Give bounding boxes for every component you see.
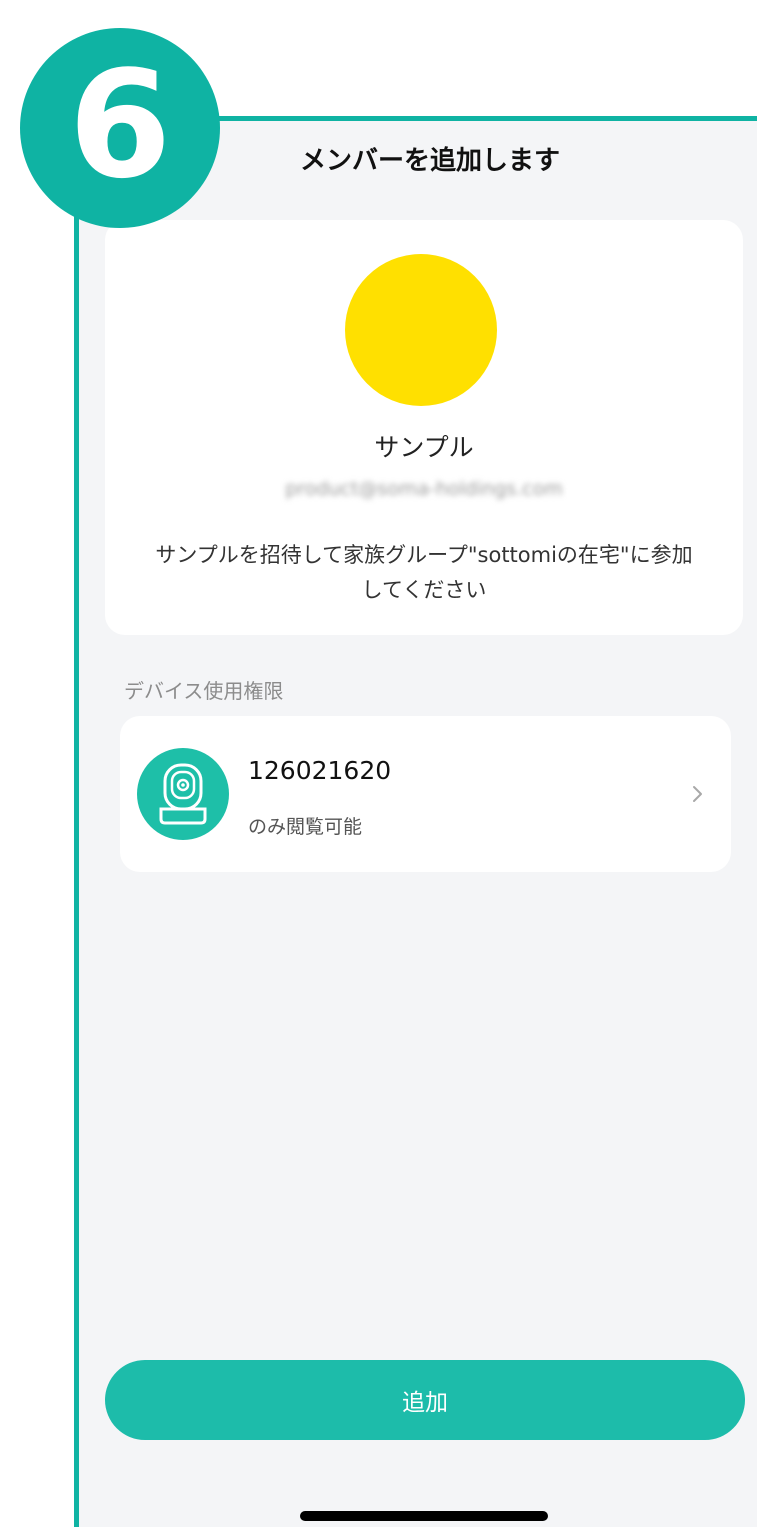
device-name: 126021620 — [248, 756, 392, 785]
page-title: メンバーを追加します — [299, 146, 560, 176]
chevron-right-icon — [693, 786, 702, 802]
step-number: 6 — [68, 39, 172, 211]
home-indicator — [300, 1511, 548, 1521]
member-profile-card: サンプル product@soma-holdings.com サンプルを招待して… — [105, 220, 743, 635]
add-member-button[interactable]: 追加 — [105, 1360, 745, 1440]
device-permission-section-label: デバイス使用権限 — [124, 679, 284, 703]
avatar — [345, 254, 497, 406]
device-permission-level: のみ閲覧可能 — [248, 816, 363, 838]
step-badge: 6 — [20, 28, 220, 228]
device-permission-row[interactable]: 126021620 のみ閲覧可能 — [120, 716, 731, 872]
camera-icon — [137, 748, 229, 840]
member-email: product@soma-holdings.com — [285, 478, 563, 500]
frame-border-left — [74, 118, 79, 1527]
member-name: サンプル — [374, 433, 474, 462]
invite-message: サンプルを招待して家族グループ"sottomiの在宅"に参加してください — [155, 543, 693, 602]
